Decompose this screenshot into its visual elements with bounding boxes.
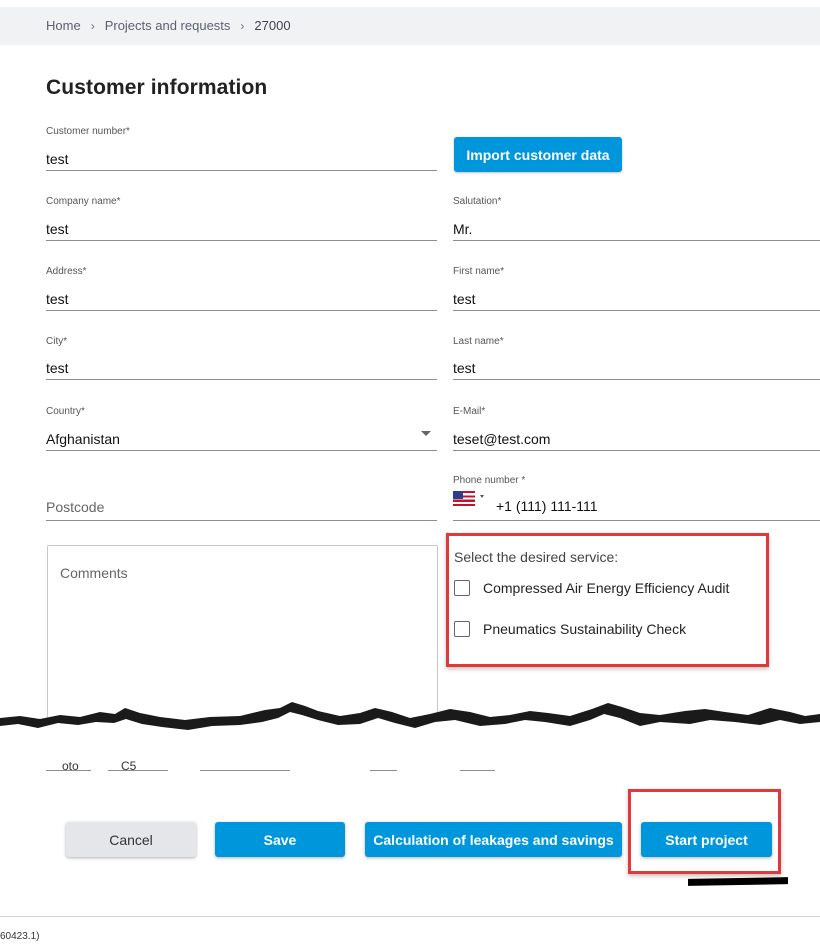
postcode-field[interactable]: Postcode: [46, 475, 437, 521]
chevron-right-icon: ›: [90, 18, 95, 33]
import-customer-data-button[interactable]: Import customer data: [454, 137, 622, 172]
save-button[interactable]: Save: [215, 822, 345, 857]
phone-number-field[interactable]: Phone number * +1 (111) 111-111: [453, 475, 820, 521]
phone-number-label: Phone number *: [453, 475, 526, 486]
address-value[interactable]: test: [46, 291, 69, 307]
last-name-field[interactable]: Last name* test: [453, 336, 820, 380]
highlight-box-services: [446, 533, 769, 667]
us-flag-icon[interactable]: [453, 491, 475, 506]
company-name-value[interactable]: test: [46, 221, 69, 237]
email-field[interactable]: E-Mail* teset@test.com: [453, 406, 820, 451]
footer-divider: [0, 916, 820, 917]
first-name-value[interactable]: test: [453, 291, 476, 307]
company-name-field[interactable]: Company name* test: [46, 196, 437, 241]
redaction-mark: [688, 877, 788, 886]
city-value[interactable]: test: [46, 360, 69, 376]
page-title: Customer information: [46, 76, 268, 99]
salutation-field[interactable]: Salutation* Mr.: [453, 196, 820, 241]
last-name-label: Last name*: [453, 336, 504, 347]
cancel-button[interactable]: Cancel: [66, 822, 196, 857]
chevron-right-icon: ›: [240, 18, 245, 33]
address-label: Address*: [46, 266, 87, 277]
customer-number-label: Customer number*: [46, 126, 130, 137]
country-value[interactable]: Afghanistan: [46, 431, 120, 447]
calculation-button[interactable]: Calculation of leakages and savings: [365, 822, 622, 857]
address-field[interactable]: Address* test: [46, 266, 437, 311]
breadcrumb-current: 27000: [254, 18, 291, 33]
breadcrumb: Home › Projects and requests › 27000: [46, 18, 291, 33]
email-label: E-Mail*: [453, 406, 486, 417]
salutation-label: Salutation*: [453, 196, 502, 207]
torn-edge-divider: [0, 702, 820, 755]
version-text: 60423.1): [0, 931, 40, 942]
country-select[interactable]: Country* Afghanistan: [46, 406, 437, 451]
email-value[interactable]: teset@test.com: [453, 431, 550, 447]
breadcrumb-projects[interactable]: Projects and requests: [105, 18, 231, 33]
customer-number-value[interactable]: test: [46, 151, 69, 167]
comments-placeholder: Comments: [60, 565, 128, 581]
partial-fields-row: oto C5: [0, 759, 820, 774]
first-name-label: First name*: [453, 266, 505, 277]
country-label: Country*: [46, 406, 85, 417]
city-label: City*: [46, 336, 68, 347]
highlight-box-start-project: [628, 789, 781, 874]
company-name-label: Company name*: [46, 196, 121, 207]
customer-number-field[interactable]: Customer number* test: [46, 126, 437, 171]
breadcrumb-home[interactable]: Home: [46, 18, 81, 33]
first-name-field[interactable]: First name* test: [453, 266, 820, 311]
last-name-value[interactable]: test: [453, 360, 476, 376]
phone-number-value[interactable]: +1 (111) 111-111: [496, 498, 598, 514]
city-field[interactable]: City* test: [46, 336, 437, 380]
salutation-value[interactable]: Mr.: [453, 221, 472, 237]
caret-down-icon[interactable]: [480, 495, 484, 498]
caret-down-icon[interactable]: [421, 431, 431, 436]
postcode-placeholder[interactable]: Postcode: [46, 499, 104, 515]
